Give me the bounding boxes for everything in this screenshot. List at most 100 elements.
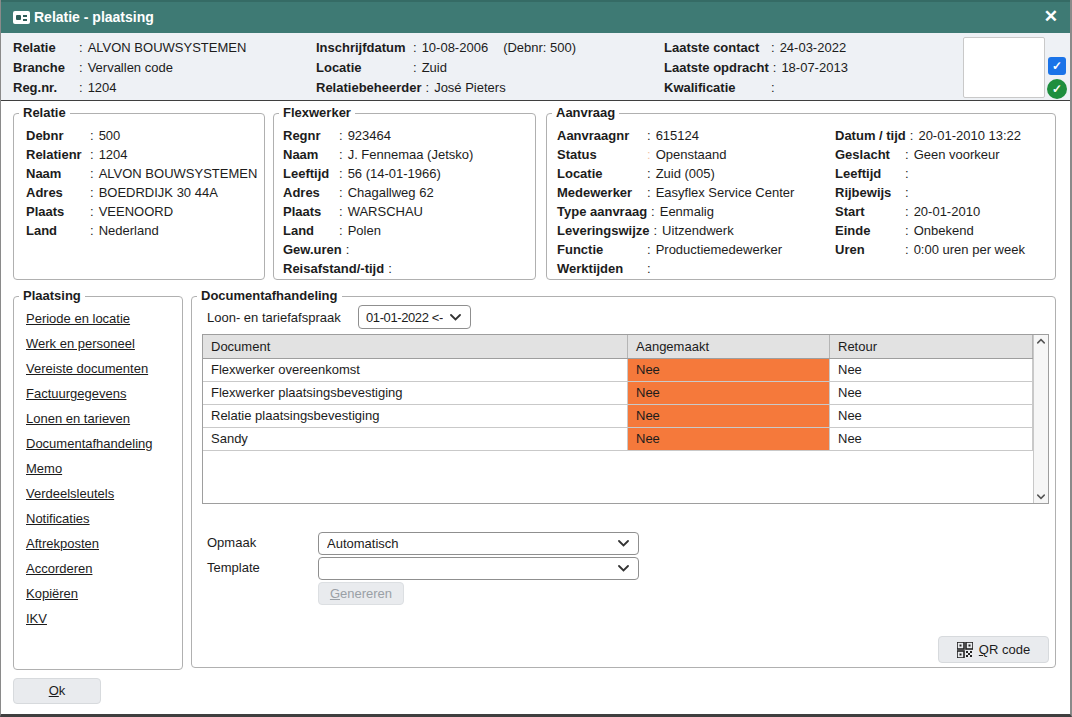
field-label: Locatie: [316, 58, 409, 78]
blue-checkbox[interactable]: ✓: [1048, 57, 1066, 75]
field-value: WARSCHAU: [348, 202, 423, 221]
table-row[interactable]: Flexwerker overeenkomst Nee Nee: [203, 359, 1048, 382]
qr-label: QR code: [979, 637, 1030, 662]
loon-tariefafspraak-select[interactable]: 01-01-2022 <-: [358, 305, 471, 329]
cell-document: Flexwerker overeenkomst: [203, 359, 628, 381]
status-check-icon: ✓: [1047, 79, 1067, 99]
groupbox-legend: Documentafhandeling: [197, 288, 342, 303]
field-value: 0:00 uren per week: [914, 240, 1025, 259]
field-value: Geen voorkeur: [914, 145, 1000, 164]
field-label: Gew.uren: [283, 240, 342, 259]
field-label: Naam: [283, 145, 335, 164]
cell-retour: Nee: [830, 428, 1033, 450]
cell-retour: Nee: [830, 382, 1033, 404]
loon-tariefafspraak-label: Loon- en tariefafspraak: [207, 310, 341, 325]
field-label: Reisafstand/-tijd: [283, 259, 384, 278]
cell-aangemaakt: Nee: [628, 428, 830, 450]
chevron-down-icon: [618, 540, 629, 547]
field-value: 923464: [348, 126, 391, 145]
field-label: Leeftijd: [835, 164, 901, 183]
qr-code-button[interactable]: QR code: [938, 636, 1049, 663]
field-value: 10-08-2006: [422, 38, 489, 58]
field-label: Land: [26, 221, 86, 240]
sidebar-link-ikv[interactable]: IKV: [26, 606, 152, 631]
photo-placeholder: [963, 37, 1045, 98]
opmaak-label: Opmaak: [207, 535, 256, 550]
sidebar-link-werk-en-personeel[interactable]: Werk en personeel: [26, 331, 152, 356]
opmaak-select[interactable]: Automatisch: [318, 532, 639, 555]
documentafhandeling-groupbox: Documentafhandeling Loon- en tariefafspr…: [191, 296, 1056, 668]
table-scrollbar[interactable]: [1033, 335, 1048, 503]
field-value: BOEDRDIJK 30 44A: [99, 183, 218, 202]
template-select[interactable]: [318, 557, 639, 580]
field-value: 56 (14-01-1966): [348, 164, 441, 183]
table-header: Document Aangemaakt Retour: [203, 335, 1048, 359]
table-row[interactable]: Sandy Nee Nee: [203, 428, 1048, 451]
field-value: Zuid (005): [656, 164, 715, 183]
header-summary: RelatieALVON BOUWSYSTEMEN BrancheVervall…: [1, 33, 1070, 101]
sidebar-link-aftrekposten[interactable]: Aftrekposten: [26, 531, 152, 556]
sidebar-link-documentafhandeling[interactable]: Documentafhandeling: [26, 431, 152, 456]
field-label: Functie: [557, 240, 643, 259]
field-label: Relatienr: [26, 145, 86, 164]
plaatsing-groupbox: Plaatsing Periode en locatie Werk en per…: [13, 296, 183, 670]
cell-retour: Nee: [830, 405, 1033, 427]
field-value: Openstaand: [656, 145, 727, 164]
chevron-down-icon: [450, 314, 461, 321]
cell-document: Relatie plaatsingsbevestiging: [203, 405, 628, 427]
sidebar-link-vereiste-documenten[interactable]: Vereiste documenten: [26, 356, 152, 381]
col-header-aangemaakt[interactable]: Aangemaakt: [628, 335, 830, 358]
scroll-up-icon: [1034, 337, 1048, 345]
ok-button[interactable]: Ok: [13, 678, 101, 704]
cell-document: Flexwerker plaatsingsbevestiging: [203, 382, 628, 404]
groupbox-legend: Relatie: [19, 105, 70, 120]
cell-aangemaakt: Nee: [628, 359, 830, 381]
groupbox-legend: Flexwerker: [279, 105, 355, 120]
genereren-button[interactable]: Genereren: [318, 582, 404, 605]
sidebar-link-lonen-en-tarieven[interactable]: Lonen en tarieven: [26, 406, 152, 431]
groupbox-legend: Plaatsing: [19, 288, 85, 303]
field-label: Reg.nr.: [13, 78, 75, 98]
header-col3: Laatste contact24-03-2022 Laatste opdrac…: [664, 38, 848, 98]
field-value: José Pieters: [434, 78, 506, 98]
col-header-retour[interactable]: Retour: [830, 335, 1033, 358]
field-label: Aanvraagnr: [557, 126, 643, 145]
field-label: Land: [283, 221, 335, 240]
debnr-note: (Debnr: 500): [503, 38, 576, 58]
field-value: 1204: [88, 78, 117, 98]
field-label: Uren: [835, 240, 901, 259]
selected-value: Automatisch: [327, 536, 399, 551]
aanvraag-groupbox: Aanvraag Aanvraagnr615124 StatusOpenstaa…: [546, 113, 1056, 280]
field-label: Geslacht: [835, 145, 901, 164]
field-value: 20-01-2010: [914, 202, 981, 221]
close-icon[interactable]: ✕: [1044, 6, 1058, 27]
field-label: Adres: [283, 183, 335, 202]
sidebar-link-memo[interactable]: Memo: [26, 456, 152, 481]
sidebar-link-kopieren[interactable]: Kopiëren: [26, 581, 152, 606]
field-label: Relatie: [13, 38, 75, 58]
field-value: J. Fennemaa (Jetsko): [348, 145, 474, 164]
sidebar-link-verdeelsleutels[interactable]: Verdeelsleutels: [26, 481, 152, 506]
groupbox-legend: Aanvraag: [552, 105, 619, 120]
field-label: Datum / tijd: [835, 126, 906, 145]
field-value: Eenmalig: [660, 202, 714, 221]
sidebar-link-accorderen[interactable]: Accorderen: [26, 556, 152, 581]
documents-table: Document Aangemaakt Retour Flexwerker ov…: [202, 334, 1049, 504]
field-label: Type aanvraag: [557, 202, 647, 221]
field-label: Adres: [26, 183, 86, 202]
sidebar-link-periode-en-locatie[interactable]: Periode en locatie: [26, 306, 152, 331]
sidebar-link-factuurgegevens[interactable]: Factuurgegevens: [26, 381, 152, 406]
sidebar-link-notificaties[interactable]: Notificaties: [26, 506, 152, 531]
field-label: Status: [557, 145, 643, 164]
field-label: Werktijden: [557, 259, 643, 278]
field-label: Laatste contact: [664, 38, 767, 58]
field-label: Regnr: [283, 126, 335, 145]
field-value: Chagallweg 62: [348, 183, 434, 202]
field-label: Rijbewijs: [835, 183, 901, 202]
table-row[interactable]: Relatie plaatsingsbevestiging Nee Nee: [203, 405, 1048, 428]
field-label: Branche: [13, 58, 75, 78]
table-row[interactable]: Flexwerker plaatsingsbevestiging Nee Nee: [203, 382, 1048, 405]
field-label: Inschrijfdatum: [316, 38, 409, 58]
field-value: Onbekend: [914, 221, 974, 240]
col-header-document[interactable]: Document: [203, 335, 628, 358]
